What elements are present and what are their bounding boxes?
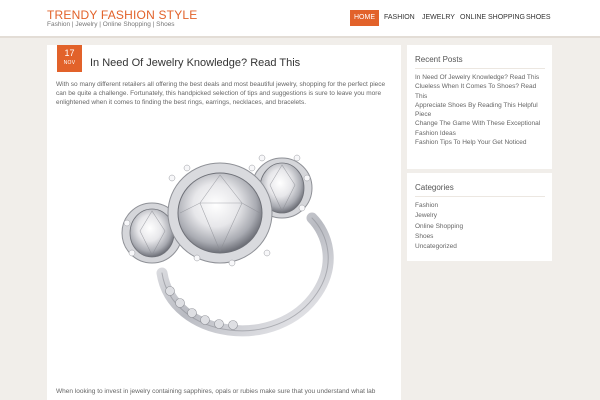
recent-post-link[interactable]: Change The Game With These Exceptional F… <box>415 119 547 138</box>
nav-item-home[interactable]: HOME <box>350 10 379 26</box>
recent-post-link[interactable]: In Need Of Jewelry Knowledge? Read This <box>415 73 547 82</box>
recent-posts-list: In Need Of Jewelry Knowledge? Read This … <box>415 73 547 147</box>
recent-post-link[interactable]: Fashion Tips To Help Your Get Noticed <box>415 138 547 147</box>
date-day: 17 <box>64 48 75 58</box>
date-badge: 17 NOV <box>57 45 82 72</box>
categories-list: Fashion Jewelry Online Shopping Shoes Un… <box>415 201 547 252</box>
site-header: TRENDY FASHION STYLE Fashion | Jewelry |… <box>0 0 600 36</box>
nav-item-fashion[interactable]: FASHION <box>380 10 419 26</box>
widget-divider <box>415 196 545 197</box>
recent-post-link[interactable]: Appreciate Shoes By Reading This Helpful… <box>415 101 547 120</box>
post-excerpt: With so many different retailers all off… <box>56 81 386 106</box>
main-nav: HOME FASHION JEWELRY ONLINE SHOPPING SHO… <box>0 10 600 26</box>
category-link-jewelry[interactable]: Jewelry <box>415 211 547 221</box>
widget-title-categories: Categories <box>415 183 454 192</box>
recent-post-link[interactable]: Clueless When It Comes To Shoes? Read Th… <box>415 82 547 101</box>
categories-widget: Categories Fashion Jewelry Online Shoppi… <box>407 173 552 261</box>
nav-item-online-shopping[interactable]: ONLINE SHOPPING <box>456 10 529 26</box>
date-month: NOV <box>63 60 76 66</box>
nav-item-jewelry[interactable]: JEWELRY <box>418 10 459 26</box>
post-article: 17 NOV In Need Of Jewelry Knowledge? Rea… <box>47 45 401 400</box>
category-link-fashion[interactable]: Fashion <box>415 201 547 211</box>
category-link-online-shopping[interactable]: Online Shopping <box>415 222 547 232</box>
diamond-ring-image <box>121 154 334 337</box>
category-link-shoes[interactable]: Shoes <box>415 232 547 242</box>
widget-divider <box>415 68 545 69</box>
recent-posts-widget: Recent Posts In Need Of Jewelry Knowledg… <box>407 45 552 169</box>
nav-item-shoes[interactable]: SHOES <box>522 10 555 26</box>
widget-title-recent-posts: Recent Posts <box>415 55 463 64</box>
header-divider <box>0 36 600 38</box>
post-continued-text: When looking to invest in jewelry contai… <box>56 388 376 395</box>
post-title[interactable]: In Need Of Jewelry Knowledge? Read This <box>90 57 300 69</box>
category-link-uncategorized[interactable]: Uncategorized <box>415 242 547 252</box>
